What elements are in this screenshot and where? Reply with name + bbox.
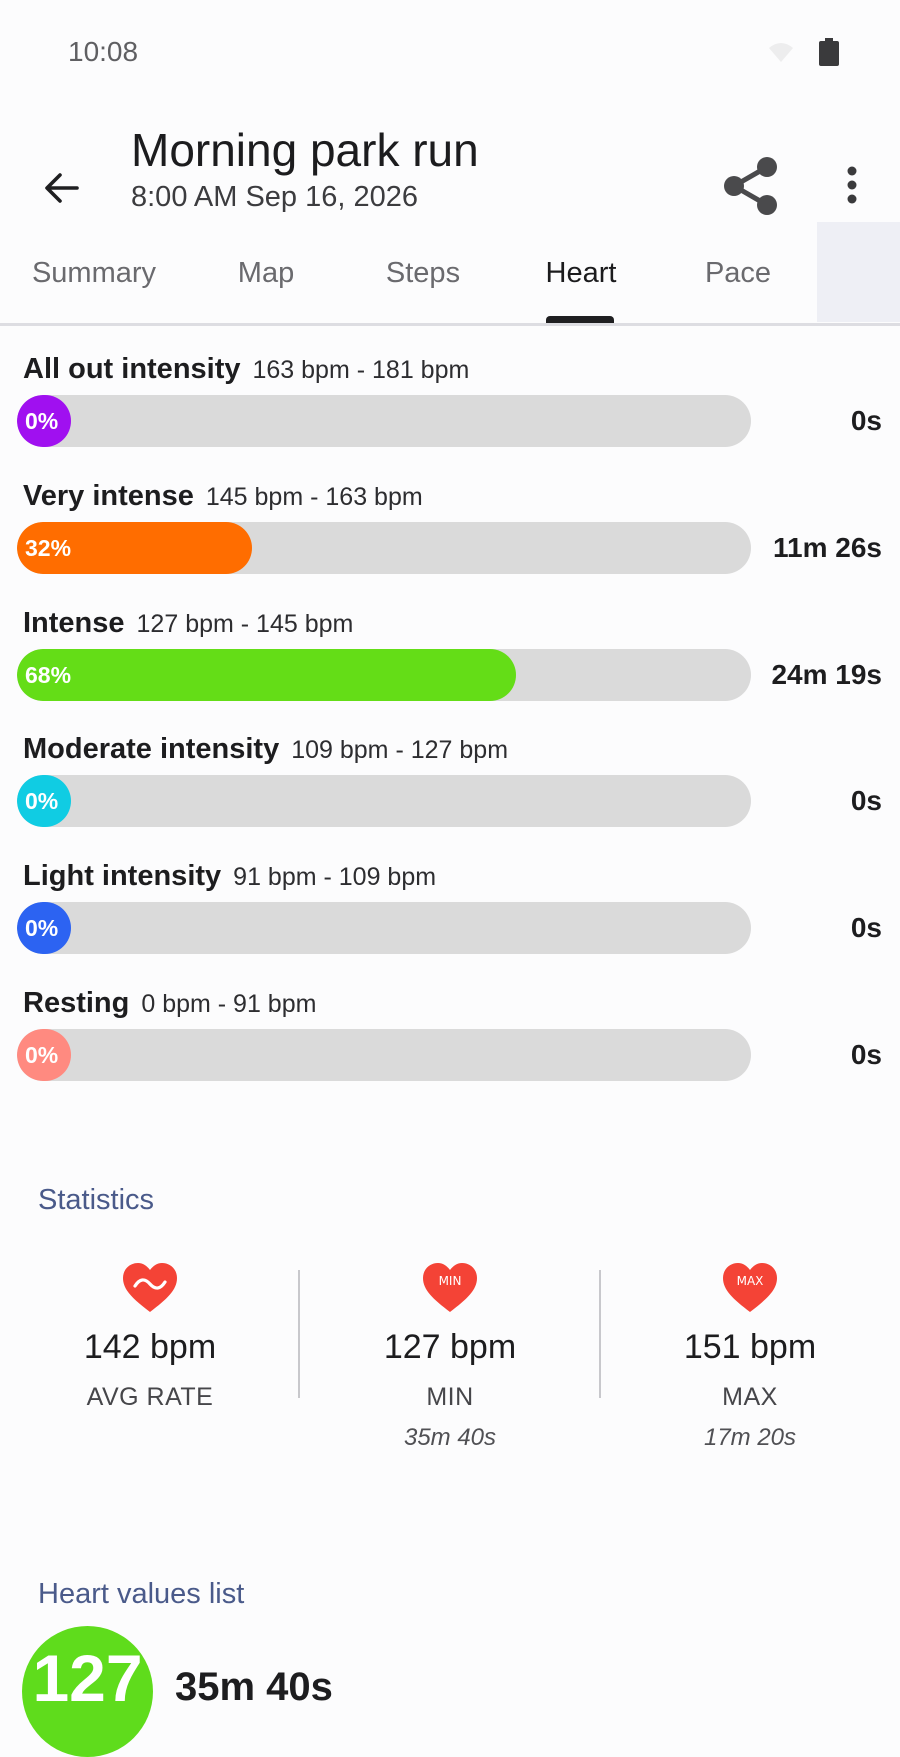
- stat-max: MAX 151 bpm MAX 17m 20s: [600, 1262, 900, 1452]
- stat-average: 142 bpm AVG RATE: [0, 1262, 300, 1424]
- zone-duration: 11m 26s: [773, 532, 882, 563]
- zone-range: 109 bpm - 127 bpm: [291, 736, 509, 764]
- zone-row: All out intensity 163 bpm - 181 bpm 0% 0s: [0, 353, 900, 479]
- heart-values-heading: Heart values list: [38, 1578, 245, 1610]
- arrow-back-icon: [45, 173, 79, 203]
- zone-percent: 0%: [25, 788, 59, 814]
- tab-summary[interactable]: Summary: [0, 222, 188, 324]
- zone-name: All out intensity: [23, 353, 241, 385]
- stat-sub: 35m 40s: [403, 1424, 497, 1451]
- stat-sub: 17m 20s: [703, 1424, 797, 1451]
- zone-name: Resting: [23, 987, 130, 1019]
- page-title: Morning park run: [131, 124, 479, 176]
- heart-value-bpm: 127: [32, 1641, 143, 1715]
- zone-name: Light intensity: [23, 860, 222, 892]
- svg-text:MAX: MAX: [737, 1274, 764, 1288]
- stat-label: AVG RATE: [86, 1383, 214, 1411]
- more-options-button[interactable]: [830, 160, 874, 210]
- zone-percent: 32%: [25, 535, 72, 561]
- svg-text:MIN: MIN: [439, 1274, 462, 1288]
- heart-min-icon: MIN: [423, 1263, 477, 1312]
- zone-progress-fill: [17, 649, 517, 701]
- tab-scroll-overflow: [817, 222, 900, 322]
- zone-name: Moderate intensity: [23, 733, 280, 765]
- zone-name: Intense: [23, 607, 125, 639]
- zone-percent: 0%: [25, 408, 59, 434]
- zone-duration: 0s: [850, 785, 882, 816]
- share-button[interactable]: [718, 153, 784, 219]
- status-bar: 10:08: [0, 0, 900, 105]
- zone-percent: 0%: [25, 915, 59, 941]
- stat-min: MIN 127 bpm MIN 35m 40s: [300, 1262, 600, 1452]
- zone-percent: 68%: [25, 662, 72, 688]
- zone-row: Light intensity 91 bpm - 109 bpm 0% 0s: [0, 860, 900, 986]
- tab-bar: Summary Map Steps Heart Pace: [0, 222, 900, 324]
- tab-pace[interactable]: Pace: [660, 222, 816, 324]
- zone-progress-bar: 68%: [17, 649, 751, 701]
- zone-progress-bar: 0%: [17, 902, 751, 954]
- zone-range: 163 bpm - 181 bpm: [252, 356, 470, 384]
- more-vert-icon: [847, 166, 857, 204]
- page-subtitle: 8:00 AM Sep 16, 2026: [131, 181, 418, 213]
- heart-average-icon: [123, 1263, 177, 1312]
- tabs-divider: [0, 323, 900, 326]
- stat-value: 127 bpm: [383, 1328, 517, 1366]
- statistics-heading: Statistics: [38, 1184, 155, 1216]
- zone-progress-bar: 0%: [17, 395, 751, 447]
- heart-value-duration: 35m 40s: [175, 1665, 333, 1709]
- status-time: 10:08: [68, 36, 139, 67]
- zone-duration: 0s: [850, 1039, 882, 1070]
- share-icon: [724, 157, 777, 215]
- stat-label: MAX: [722, 1383, 778, 1411]
- zone-range: 91 bpm - 109 bpm: [233, 863, 437, 891]
- battery-icon: [819, 38, 839, 66]
- stat-value: 142 bpm: [83, 1328, 217, 1366]
- zone-name: Very intense: [23, 480, 194, 512]
- zone-progress-bar: 32%: [17, 522, 751, 574]
- zone-range: 127 bpm - 145 bpm: [136, 610, 354, 638]
- tab-map[interactable]: Map: [188, 222, 344, 324]
- zone-row: Very intense 145 bpm - 163 bpm 32% 11m 26…: [0, 480, 900, 606]
- wifi-icon: [769, 43, 793, 62]
- title-block: Morning park run 8:00 AM Sep 16, 2026: [131, 122, 479, 214]
- stat-label: MIN: [426, 1383, 474, 1411]
- zone-range: 145 bpm - 163 bpm: [205, 483, 423, 511]
- tab-steps[interactable]: Steps: [344, 222, 502, 324]
- zone-duration: 24m 19s: [771, 659, 882, 690]
- zone-duration: 0s: [850, 912, 882, 943]
- back-button[interactable]: [28, 155, 94, 221]
- zone-row: Intense 127 bpm - 145 bpm 68% 24m 19s: [0, 607, 900, 733]
- zone-progress-bar: 0%: [17, 1029, 751, 1081]
- zone-duration: 0s: [850, 405, 882, 436]
- stat-value: 151 bpm: [683, 1328, 817, 1366]
- zone-range: 0 bpm - 91 bpm: [141, 990, 317, 1018]
- tab-heart[interactable]: Heart: [502, 222, 660, 324]
- zone-progress-bar: 0%: [17, 775, 751, 827]
- zone-row: Resting 0 bpm - 91 bpm 0% 0s: [0, 987, 900, 1113]
- heart-max-icon: MAX: [723, 1263, 777, 1312]
- zone-row: Moderate intensity 109 bpm - 127 bpm 0% 0…: [0, 733, 900, 859]
- zone-percent: 0%: [25, 1042, 59, 1068]
